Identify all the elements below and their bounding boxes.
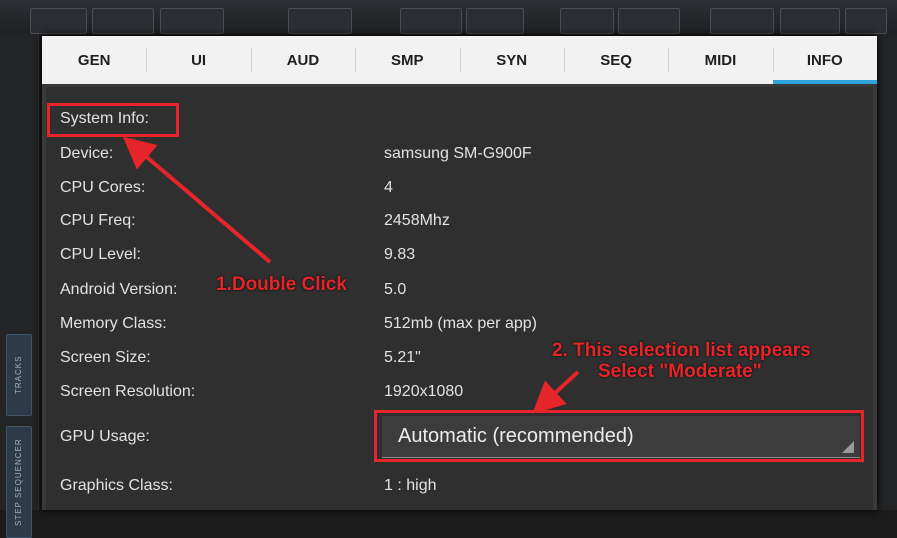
info-value-cpu-level: 9.83 <box>384 246 416 263</box>
info-label-graphics-class: Graphics Class: <box>60 477 173 494</box>
tab-smp[interactable]: SMP <box>355 36 459 84</box>
toolbar-button[interactable] <box>780 8 840 34</box>
annotation-step-2-line-1: 2. This selection list appears <box>552 340 811 361</box>
info-value-screen-size: 5.21" <box>384 349 421 366</box>
info-value-screen-resolution: 1920x1080 <box>384 383 464 400</box>
info-value-device: samsung SM-G900F <box>384 145 532 162</box>
toolbar-button[interactable] <box>30 8 87 34</box>
toolbar-button[interactable] <box>618 8 680 34</box>
info-label-cpu-freq: CPU Freq: <box>60 212 136 229</box>
toolbar-button[interactable] <box>288 8 352 34</box>
annotation-step-1: 1.Double Click <box>216 274 347 295</box>
toolbar-button[interactable] <box>400 8 462 34</box>
info-value-cpu-freq: 2458Mhz <box>384 212 450 229</box>
tab-aud[interactable]: AUD <box>250 36 355 84</box>
info-label-cpu-cores: CPU Cores: <box>60 179 146 196</box>
app-toolbar <box>0 0 897 34</box>
highlight-box-gpu-usage <box>374 410 864 462</box>
toolbar-button[interactable] <box>160 8 224 34</box>
right-sidebar <box>874 34 897 510</box>
left-sidebar: TRACKS STEP SEQUENCER <box>0 34 39 538</box>
settings-tab-bar: GEN UI AUD SMP SYN SEQ MIDI INFO <box>42 36 878 84</box>
info-value-graphics-class: 1 : high <box>384 477 437 494</box>
toolbar-button[interactable] <box>92 8 154 34</box>
toolbar-button[interactable] <box>710 8 774 34</box>
annotation-step-2: 2. This selection list appears Select "M… <box>552 340 811 382</box>
toolbar-button[interactable] <box>560 8 614 34</box>
info-label-gpu-usage: GPU Usage: <box>60 428 150 445</box>
tab-gen[interactable]: GEN <box>42 36 146 84</box>
tab-syn[interactable]: SYN <box>459 36 564 84</box>
info-label-cpu-level: CPU Level: <box>60 246 141 263</box>
toolbar-button[interactable] <box>845 8 887 34</box>
info-label-screen-resolution: Screen Resolution: <box>60 383 196 400</box>
toolbar-button[interactable] <box>466 8 524 34</box>
side-tab-step-sequencer[interactable]: STEP SEQUENCER <box>6 426 32 538</box>
info-label-android-version: Android Version: <box>60 281 178 298</box>
info-value-cpu-cores: 4 <box>384 179 393 196</box>
info-label-device: Device: <box>60 145 114 162</box>
highlight-box-system-info <box>47 103 179 137</box>
info-value-memory-class: 512mb (max per app) <box>384 315 537 332</box>
tab-info[interactable]: INFO <box>772 36 878 84</box>
info-value-android-version: 5.0 <box>384 281 407 298</box>
info-label-memory-class: Memory Class: <box>60 315 167 332</box>
annotation-step-2-line-2: Select "Moderate" <box>598 361 762 382</box>
info-label-screen-size: Screen Size: <box>60 349 151 366</box>
tab-ui[interactable]: UI <box>146 36 250 84</box>
side-tab-tracks[interactable]: TRACKS <box>6 334 32 416</box>
tab-midi[interactable]: MIDI <box>668 36 772 84</box>
tab-seq[interactable]: SEQ <box>563 36 668 84</box>
